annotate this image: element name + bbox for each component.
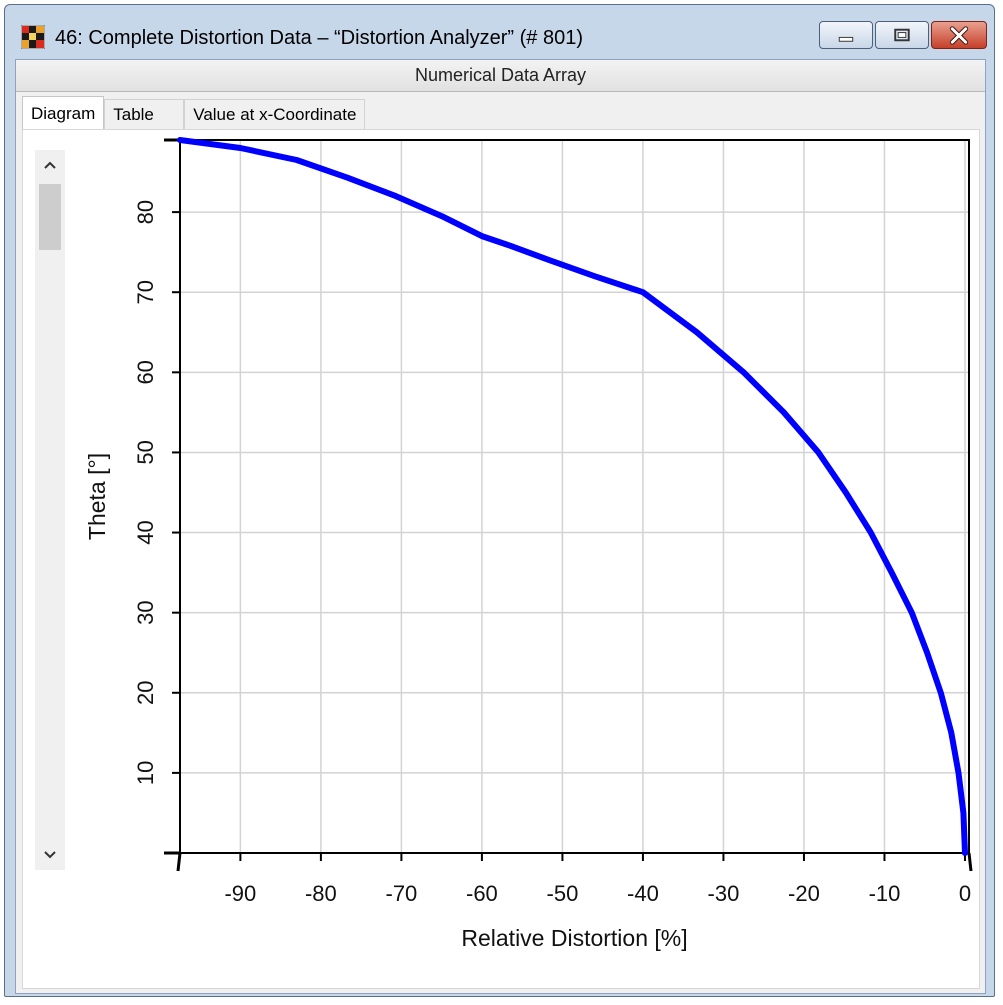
client-area: Numerical Data Array Diagram Table Value… <box>15 59 986 994</box>
y-tick-label: 60 <box>133 360 158 384</box>
x-axis-label: Relative Distortion [%] <box>461 925 687 951</box>
y-tick-label: 80 <box>133 200 158 224</box>
app-icon <box>21 25 45 49</box>
y-tick-labels: 10 20 30 40 50 60 70 80 <box>133 200 158 785</box>
window-title: 46: Complete Distortion Data – “Distorti… <box>55 27 584 49</box>
x-tick-labels: -90 -80 -70 -60 -50 -40 -30 -20 -10 0 <box>224 881 971 906</box>
x-tick-label: -40 <box>627 881 659 906</box>
app-window: 46: Complete Distortion Data – “Distorti… <box>4 4 995 997</box>
x-axis-end-tick <box>967 852 973 872</box>
distortion-curve <box>177 137 968 856</box>
data-array-header: Numerical Data Array <box>16 60 985 92</box>
minimize-icon <box>838 36 854 42</box>
restore-icon <box>894 28 910 42</box>
tab-table[interactable]: Table <box>104 99 185 129</box>
x-tick-label: 0 <box>959 881 971 906</box>
x-axis-start-tick <box>176 852 182 872</box>
y-axis-label: Theta [°] <box>84 453 110 540</box>
x-tick-label: -60 <box>466 881 498 906</box>
x-tick-label: -50 <box>547 881 579 906</box>
x-tick-label: -20 <box>788 881 820 906</box>
x-tick-label: -80 <box>305 881 337 906</box>
title-bar[interactable]: 46: Complete Distortion Data – “Distorti… <box>5 5 994 59</box>
x-tick-label: -70 <box>386 881 418 906</box>
y-tick-label: 40 <box>133 520 158 544</box>
minimize-button[interactable] <box>819 21 873 49</box>
restore-button[interactable] <box>875 21 929 49</box>
distortion-chart: -90 -80 -70 -60 -50 -40 -30 -20 -10 0 10 20 30 40 50 6… <box>84 137 973 951</box>
x-tick-label: -10 <box>869 881 901 906</box>
y-tick-label: 50 <box>133 440 158 464</box>
x-tick-label: -30 <box>708 881 740 906</box>
y-tick-label: 20 <box>133 681 158 705</box>
y-tick-label: 70 <box>133 280 158 304</box>
diagram-panel: -90 -80 -70 -60 -50 -40 -30 -20 -10 0 10 20 30 40 50 6… <box>22 129 980 989</box>
tab-strip: Diagram Table Value at x-Coordinate <box>22 96 366 129</box>
y-tick-label: 30 <box>133 600 158 624</box>
x-tick-label: -90 <box>224 881 256 906</box>
close-button[interactable] <box>931 21 987 49</box>
tab-diagram[interactable]: Diagram <box>22 96 105 129</box>
close-icon <box>949 26 969 45</box>
tab-value-at-x-coordinate[interactable]: Value at x-Coordinate <box>184 99 366 129</box>
y-tick-label: 10 <box>133 761 158 785</box>
axis-ticks <box>164 138 973 872</box>
